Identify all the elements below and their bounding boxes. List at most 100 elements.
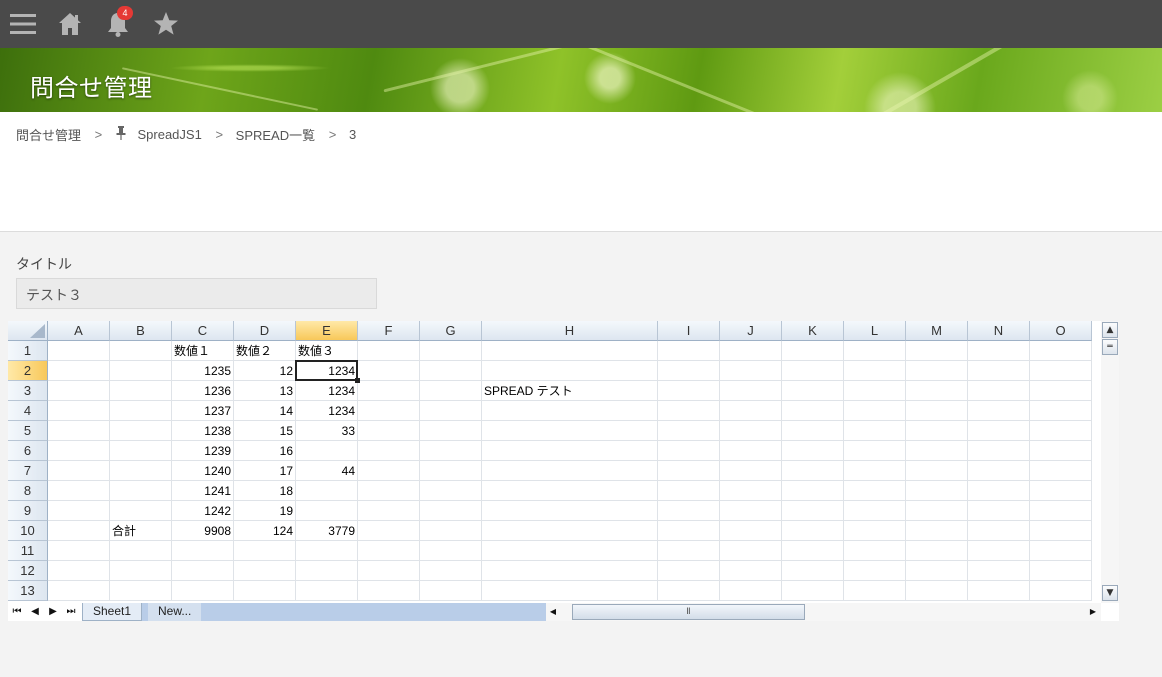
cell-m3[interactable] [906, 381, 968, 401]
cell-o4[interactable] [1030, 401, 1092, 421]
column-header-k[interactable]: K [782, 321, 844, 341]
cell-d13[interactable] [234, 581, 296, 601]
row-header-1[interactable]: 1 [8, 341, 48, 361]
cell-e4[interactable]: 1234 [296, 401, 358, 421]
cell-d7[interactable]: 17 [234, 461, 296, 481]
cell-m1[interactable] [906, 341, 968, 361]
star-icon[interactable] [152, 10, 180, 38]
cell-c4[interactable]: 1237 [172, 401, 234, 421]
cell-a13[interactable] [48, 581, 110, 601]
row-header-2[interactable]: 2 [8, 361, 48, 381]
cell-i6[interactable] [658, 441, 720, 461]
first-sheet-icon[interactable]: ⏮ [8, 603, 26, 621]
menu-icon[interactable] [9, 10, 37, 38]
cell-o9[interactable] [1030, 501, 1092, 521]
cell-d9[interactable]: 19 [234, 501, 296, 521]
cell-c13[interactable] [172, 581, 234, 601]
cell-g11[interactable] [420, 541, 482, 561]
cell-m9[interactable] [906, 501, 968, 521]
cell-b6[interactable] [110, 441, 172, 461]
last-sheet-icon[interactable]: ⏭ [62, 603, 80, 621]
cell-h6[interactable] [482, 441, 658, 461]
cell-b8[interactable] [110, 481, 172, 501]
cell-a1[interactable] [48, 341, 110, 361]
cell-l11[interactable] [844, 541, 906, 561]
cell-m10[interactable] [906, 521, 968, 541]
breadcrumb-item-spread-list[interactable]: SPREAD一覧 [236, 125, 315, 144]
cell-b7[interactable] [110, 461, 172, 481]
cell-e8[interactable] [296, 481, 358, 501]
column-header-e[interactable]: E [296, 321, 358, 341]
cell-n8[interactable] [968, 481, 1030, 501]
cell-f5[interactable] [358, 421, 420, 441]
cell-o1[interactable] [1030, 341, 1092, 361]
cell-f9[interactable] [358, 501, 420, 521]
cell-b2[interactable] [110, 361, 172, 381]
cell-m6[interactable] [906, 441, 968, 461]
cell-c8[interactable]: 1241 [172, 481, 234, 501]
home-icon[interactable] [56, 10, 84, 38]
cell-j7[interactable] [720, 461, 782, 481]
cell-i12[interactable] [658, 561, 720, 581]
cell-h8[interactable] [482, 481, 658, 501]
cell-l8[interactable] [844, 481, 906, 501]
cell-f3[interactable] [358, 381, 420, 401]
cell-f8[interactable] [358, 481, 420, 501]
cell-o2[interactable] [1030, 361, 1092, 381]
column-header-g[interactable]: G [420, 321, 482, 341]
row-header-8[interactable]: 8 [8, 481, 48, 501]
cell-f4[interactable] [358, 401, 420, 421]
cell-l2[interactable] [844, 361, 906, 381]
cell-k11[interactable] [782, 541, 844, 561]
cell-a6[interactable] [48, 441, 110, 461]
cell-d2[interactable]: 12 [234, 361, 296, 381]
cell-c11[interactable] [172, 541, 234, 561]
cell-j3[interactable] [720, 381, 782, 401]
cell-a7[interactable] [48, 461, 110, 481]
cell-k4[interactable] [782, 401, 844, 421]
cell-g12[interactable] [420, 561, 482, 581]
cell-l6[interactable] [844, 441, 906, 461]
cell-i11[interactable] [658, 541, 720, 561]
cell-n12[interactable] [968, 561, 1030, 581]
cell-e7[interactable]: 44 [296, 461, 358, 481]
cell-b1[interactable] [110, 341, 172, 361]
cell-i13[interactable] [658, 581, 720, 601]
row-header-4[interactable]: 4 [8, 401, 48, 421]
cell-h10[interactable] [482, 521, 658, 541]
cell-h13[interactable] [482, 581, 658, 601]
cell-n13[interactable] [968, 581, 1030, 601]
cell-h3[interactable]: SPREAD テスト [482, 381, 658, 401]
cell-f7[interactable] [358, 461, 420, 481]
cell-b10[interactable]: 合計 [110, 521, 172, 541]
cell-l13[interactable] [844, 581, 906, 601]
cell-h12[interactable] [482, 561, 658, 581]
column-header-l[interactable]: L [844, 321, 906, 341]
row-header-3[interactable]: 3 [8, 381, 48, 401]
cell-d8[interactable]: 18 [234, 481, 296, 501]
cell-l4[interactable] [844, 401, 906, 421]
cell-c5[interactable]: 1238 [172, 421, 234, 441]
cell-j6[interactable] [720, 441, 782, 461]
cell-i7[interactable] [658, 461, 720, 481]
cell-c12[interactable] [172, 561, 234, 581]
cell-l7[interactable] [844, 461, 906, 481]
cell-i10[interactable] [658, 521, 720, 541]
cell-c3[interactable]: 1236 [172, 381, 234, 401]
cell-k5[interactable] [782, 421, 844, 441]
cell-l10[interactable] [844, 521, 906, 541]
column-header-n[interactable]: N [968, 321, 1030, 341]
cell-e12[interactable] [296, 561, 358, 581]
cell-j10[interactable] [720, 521, 782, 541]
row-header-12[interactable]: 12 [8, 561, 48, 581]
cell-n11[interactable] [968, 541, 1030, 561]
cell-l9[interactable] [844, 501, 906, 521]
cell-a3[interactable] [48, 381, 110, 401]
cell-d12[interactable] [234, 561, 296, 581]
cell-b4[interactable] [110, 401, 172, 421]
cell-k10[interactable] [782, 521, 844, 541]
column-header-o[interactable]: O [1030, 321, 1092, 341]
previous-sheet-icon[interactable]: ◀ [26, 603, 44, 621]
cell-j8[interactable] [720, 481, 782, 501]
cell-c10[interactable]: 9908 [172, 521, 234, 541]
